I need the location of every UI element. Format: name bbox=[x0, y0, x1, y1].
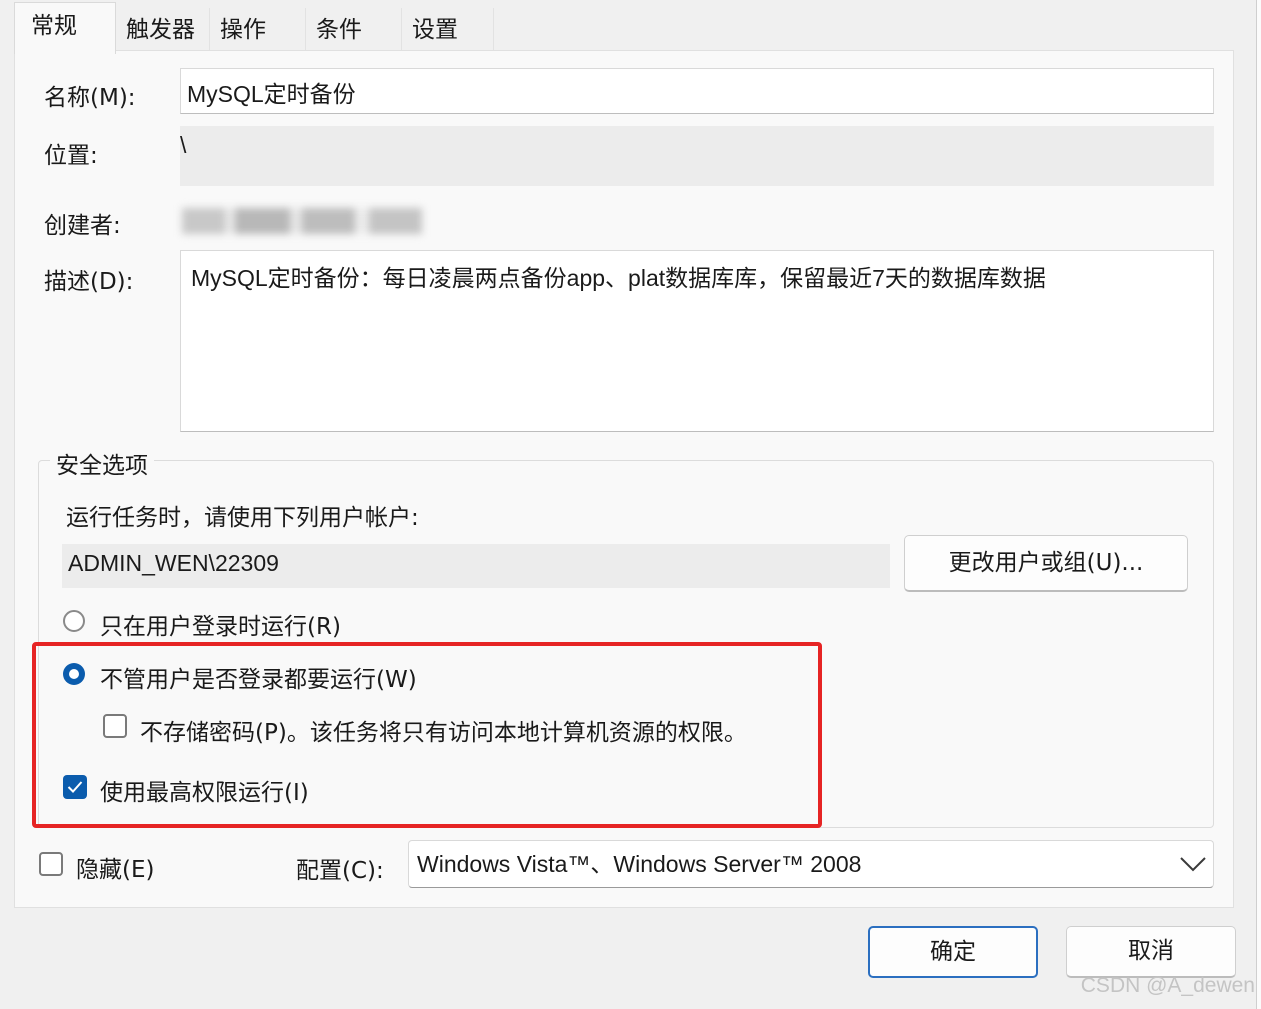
do-not-store-password-checkbox[interactable] bbox=[103, 714, 127, 738]
hidden-checkbox[interactable] bbox=[39, 852, 63, 876]
configure-value: Windows Vista™、Windows Server™ 2008 bbox=[417, 851, 862, 877]
run-whether-logged-on-radio[interactable] bbox=[63, 663, 85, 685]
change-user-button[interactable]: 更改用户或组(U)... bbox=[904, 535, 1188, 592]
tab-conditions[interactable]: 条件 bbox=[306, 8, 402, 52]
security-options-legend: 安全选项 bbox=[50, 446, 154, 480]
run-when-logged-on-label[interactable]: 只在用户登录时运行(R) bbox=[100, 607, 341, 641]
highest-privileges-checkbox[interactable] bbox=[63, 775, 87, 799]
background-window-edge bbox=[1256, 0, 1261, 1009]
tab-settings[interactable]: 设置 bbox=[402, 8, 494, 52]
tab-actions[interactable]: 操作 bbox=[210, 8, 306, 52]
run-whether-logged-on-label[interactable]: 不管用户是否登录都要运行(W) bbox=[100, 660, 417, 694]
cancel-button[interactable]: 取消 bbox=[1066, 926, 1236, 978]
description-label: 描述(D): bbox=[44, 269, 134, 295]
author-label: 创建者: bbox=[44, 213, 121, 239]
tab-triggers[interactable]: 触发器 bbox=[116, 8, 210, 52]
description-textarea[interactable]: MySQL定时备份：每日凌晨两点备份app、plat数据库库，保留最近7天的数据… bbox=[180, 250, 1214, 432]
checkmark-icon bbox=[67, 781, 83, 793]
location-value: \ bbox=[180, 126, 1214, 186]
watermark: CSDN @A_dewen bbox=[1080, 974, 1255, 997]
configure-dropdown[interactable]: Windows Vista™、Windows Server™ 2008 bbox=[408, 840, 1214, 888]
location-label: 位置: bbox=[44, 143, 98, 169]
chevron-down-icon bbox=[1180, 857, 1206, 872]
run-when-logged-on-radio[interactable] bbox=[63, 610, 85, 632]
user-account-value: ADMIN_WEN\22309 bbox=[62, 544, 890, 588]
do-not-store-password-label[interactable]: 不存储密码(P)。该任务将只有访问本地计算机资源的权限。 bbox=[140, 713, 747, 747]
run-as-prompt: 运行任务时，请使用下列用户帐户: bbox=[66, 505, 419, 531]
hidden-label[interactable]: 隐藏(E) bbox=[76, 850, 154, 884]
tab-general[interactable]: 常规 bbox=[14, 2, 116, 54]
name-label: 名称(M): bbox=[44, 85, 136, 111]
configure-label: 配置(C): bbox=[296, 858, 384, 884]
name-input[interactable]: MySQL定时备份 bbox=[180, 68, 1214, 114]
tab-bar: 常规 触发器 操作 条件 设置 bbox=[0, 0, 1261, 54]
ok-button[interactable]: 确定 bbox=[868, 926, 1038, 978]
highest-privileges-label[interactable]: 使用最高权限运行(I) bbox=[100, 773, 309, 807]
author-value-redacted bbox=[182, 208, 422, 234]
